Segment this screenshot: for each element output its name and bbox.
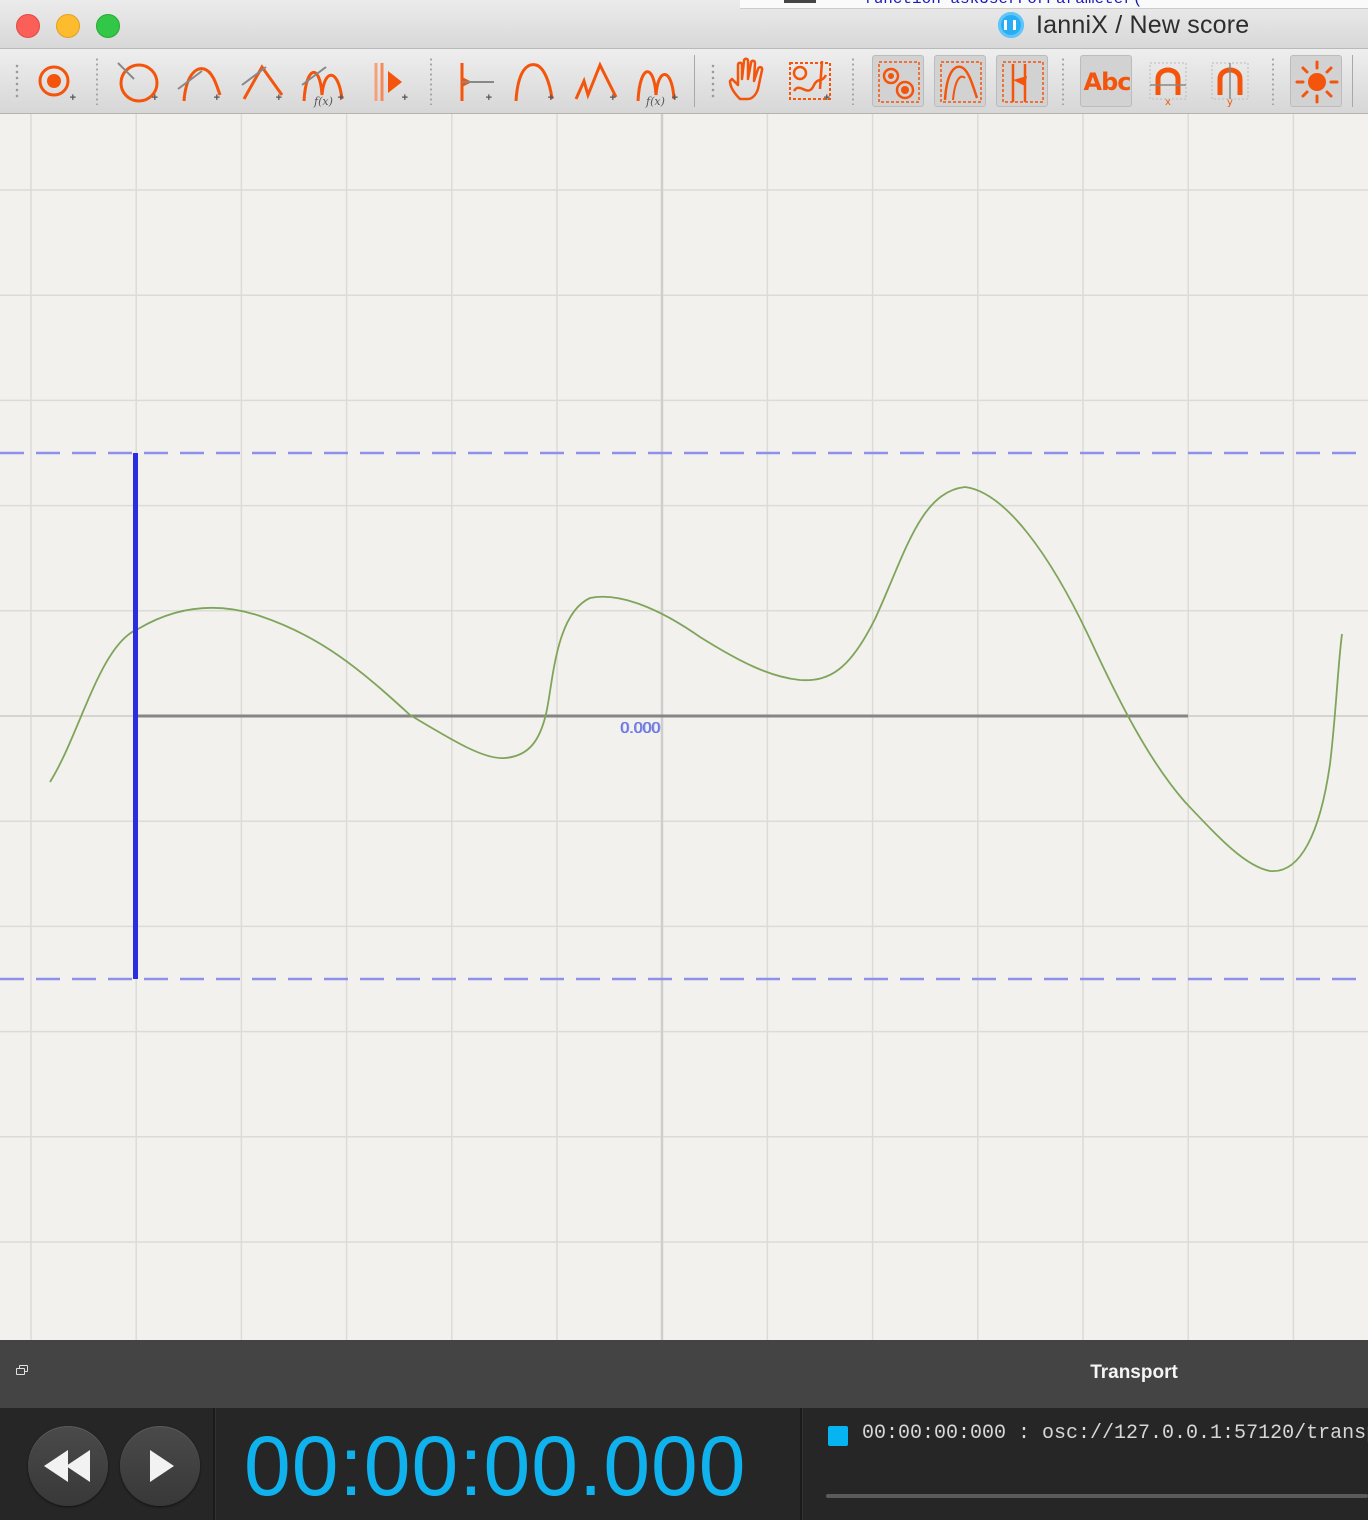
- add-cursor-button[interactable]: +: [362, 55, 414, 107]
- undock-icon[interactable]: [16, 1365, 28, 1375]
- snap-y-button[interactable]: y: [1204, 55, 1256, 108]
- plus-icon: +: [337, 92, 344, 104]
- toolbar: + + + + f(x) + + + + + f(x) + + Abc x y: [0, 49, 1368, 114]
- plus-icon: +: [401, 92, 408, 104]
- labels-abc-text: Abc: [1083, 68, 1132, 96]
- add-line-curve-alt-button[interactable]: +: [570, 55, 622, 107]
- minimize-window-button[interactable]: [56, 14, 80, 38]
- add-smooth-curve-alt-button[interactable]: +: [508, 55, 560, 107]
- log-entry: 00:00:00:000 : osc://127.0.0.1:57120/tra…: [862, 1422, 1368, 1445]
- toolbar-separator: [1272, 57, 1274, 105]
- maximize-window-button[interactable]: [96, 14, 120, 38]
- transport-divider: [213, 1408, 216, 1520]
- timecode-display: 00:00:00.000: [244, 1419, 747, 1513]
- log-horizontal-scrollbar[interactable]: [826, 1494, 1368, 1498]
- plus-icon: +: [275, 92, 282, 104]
- fx-label: f(x): [645, 95, 665, 108]
- plus-icon: +: [609, 92, 616, 104]
- pan-hand-button[interactable]: [722, 55, 774, 107]
- sun-icon: [1295, 60, 1339, 104]
- plus-icon: +: [151, 92, 158, 104]
- log-status-indicator: [828, 1426, 848, 1446]
- add-math-curve-alt-button[interactable]: f(x) +: [632, 55, 684, 108]
- plus-icon: +: [485, 92, 492, 104]
- rewind-button[interactable]: [28, 1426, 108, 1506]
- transport-panel: 00:00:00.000 00:00:00:000 : osc://127.0.…: [0, 1408, 1368, 1520]
- svg-text:x: x: [1165, 97, 1171, 108]
- toolbar-separator: [852, 57, 854, 105]
- cursor-value-label: 0.000: [620, 720, 661, 737]
- smooth-curve[interactable]: [49, 486, 1343, 872]
- plus-icon: +: [69, 92, 76, 104]
- add-timeline-button[interactable]: +: [446, 55, 498, 107]
- add-smooth-curve-button[interactable]: +: [174, 55, 226, 107]
- toolbar-separator: [430, 57, 432, 105]
- add-trigger-button[interactable]: +: [30, 55, 82, 107]
- color-theme-toggle[interactable]: [1290, 55, 1342, 107]
- snap-x-button[interactable]: x: [1142, 55, 1194, 108]
- play-button[interactable]: [120, 1426, 200, 1506]
- score-canvas[interactable]: 0.000: [0, 114, 1368, 1340]
- background-window-peek: function askUserForParameter("-: [740, 0, 1368, 9]
- toolbar-separator: [96, 57, 98, 105]
- window-title-text: IanniX / New score: [1036, 10, 1250, 39]
- transport-title: Transport: [1090, 1362, 1178, 1383]
- show-labels-toggle[interactable]: Abc: [1080, 55, 1132, 107]
- toolbar-divider: [694, 55, 695, 107]
- show-curves-toggle[interactable]: [934, 55, 986, 107]
- transport-divider: [800, 1408, 803, 1520]
- score-drawing: [0, 114, 1368, 1340]
- background-window-handle: [784, 0, 816, 3]
- rewind-icon: [44, 1450, 90, 1482]
- plus-icon: +: [547, 92, 554, 104]
- toolbar-grip-icon[interactable]: [710, 63, 716, 99]
- plus-icon: +: [823, 92, 830, 104]
- add-math-curve-button[interactable]: f(x) +: [298, 55, 350, 108]
- osc-message-log[interactable]: 00:00:00:000 : osc://127.0.0.1:57120/tra…: [826, 1408, 1368, 1520]
- iannix-logo-icon: [998, 12, 1024, 38]
- fx-label: f(x): [313, 95, 333, 108]
- svg-text:y: y: [1227, 97, 1233, 108]
- window-title: IanniX / New score: [998, 10, 1249, 40]
- show-cursors-toggle[interactable]: [996, 55, 1048, 107]
- toolbar-separator: [1062, 57, 1064, 105]
- show-triggers-toggle[interactable]: [872, 55, 924, 107]
- toolbar-divider: [1352, 55, 1353, 107]
- play-icon: [150, 1450, 174, 1482]
- title-bar: function askUserForParameter("- IanniX /…: [0, 0, 1368, 49]
- select-edit-button[interactable]: +: [784, 55, 836, 107]
- add-line-curve-button[interactable]: +: [236, 55, 288, 107]
- close-window-button[interactable]: [16, 14, 40, 38]
- grid: [0, 114, 1368, 1340]
- add-circle-curve-button[interactable]: +: [112, 55, 164, 107]
- transport-header: Transport: [0, 1340, 1368, 1408]
- cursor-bar[interactable]: [133, 453, 138, 979]
- plus-icon: +: [213, 92, 220, 104]
- background-code-text: function askUserForParameter("-: [864, 0, 1162, 8]
- toolbar-grip-icon[interactable]: [14, 63, 20, 99]
- plus-icon: +: [671, 92, 678, 104]
